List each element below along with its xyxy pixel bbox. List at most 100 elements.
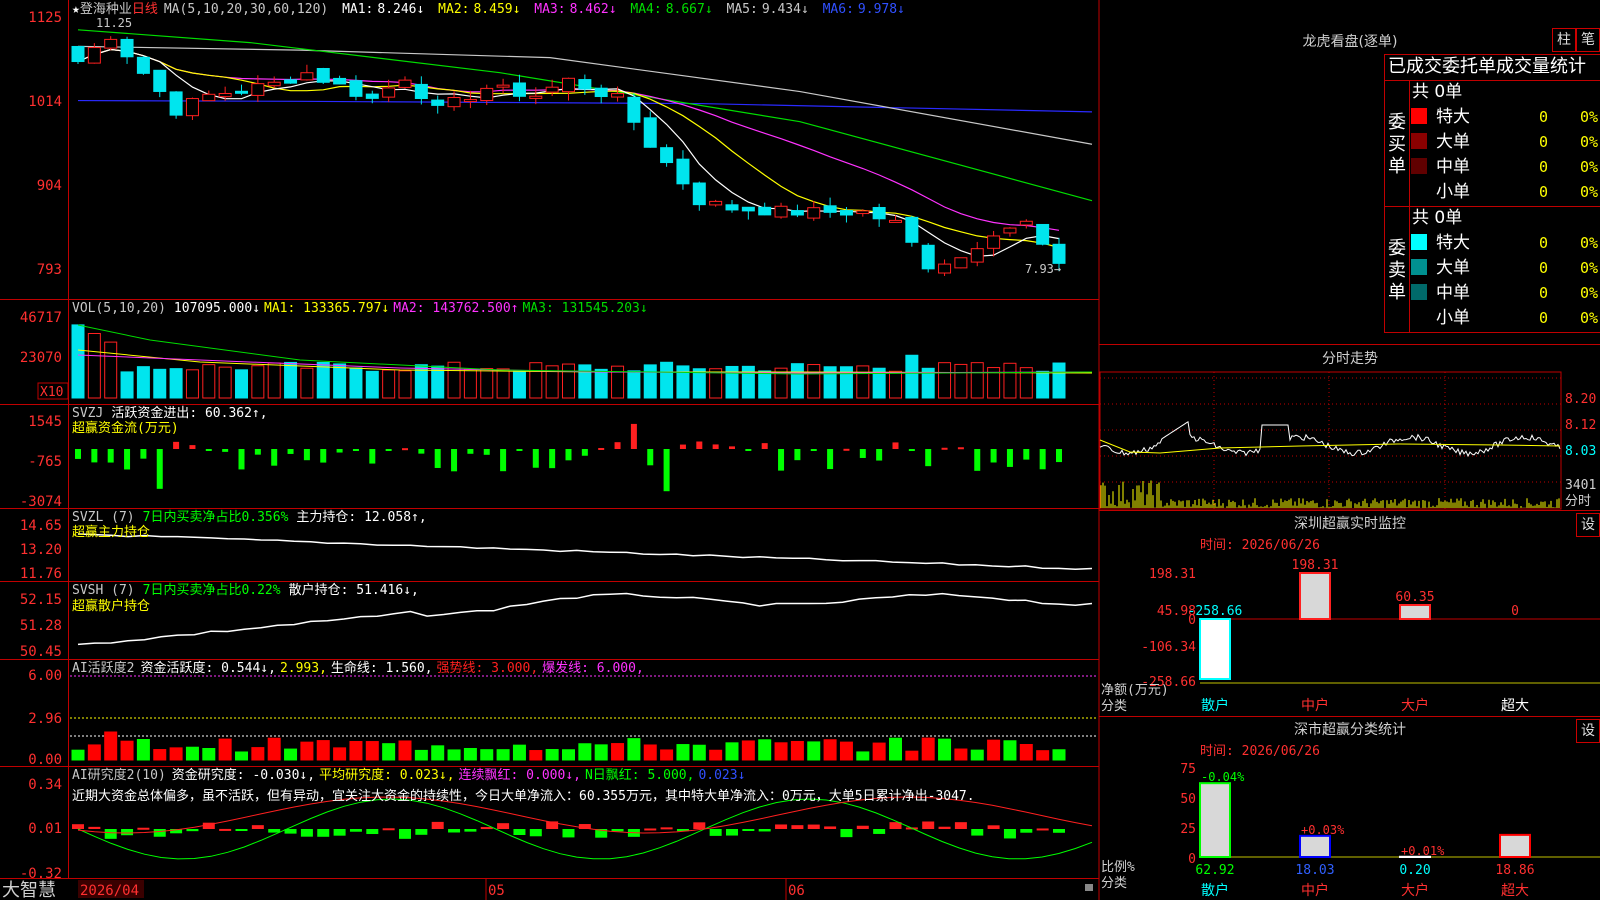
vol-ma2: MA2: 143762.500↑ (393, 301, 518, 316)
candle-body (316, 67, 330, 83)
fenshi-title: 分时走势 (1322, 351, 1378, 367)
svzj-bar (598, 447, 605, 450)
ai1-bar (594, 744, 608, 761)
ma6-label: MA6: (823, 2, 854, 17)
candle-body (512, 82, 526, 97)
volume-bar (741, 365, 755, 399)
ai2-bar (366, 829, 379, 835)
ai1-v5: 爆发线: 6.000, (542, 660, 644, 676)
volume-bar (790, 363, 804, 399)
svzj-bar (859, 449, 866, 458)
candle-body (1019, 220, 1033, 226)
order-count: 0 (1539, 183, 1548, 201)
ai2-bar (497, 823, 510, 829)
ai1-bar (938, 738, 952, 761)
monitor-category: 超大 (1501, 698, 1529, 714)
svzj-bar (222, 449, 229, 452)
candle-body (365, 93, 379, 99)
ai1-bar (235, 751, 248, 761)
order-type: 特大 (1436, 107, 1470, 127)
svsh-label1: 7日内买卖净占比0.22% (143, 582, 281, 598)
monitor-axis-label: -106.34 (1141, 640, 1196, 655)
order-count: 0 (1539, 309, 1548, 327)
bar-mode-button[interactable]: 柱 (1552, 28, 1576, 52)
candle-body (87, 47, 101, 64)
ai2-bar (268, 829, 281, 833)
fenshi-axis-label: 8.12 (1565, 418, 1596, 433)
ai1-v4: 强势线: 3.000, (437, 660, 539, 676)
candle-body (398, 79, 412, 88)
classify-time: 时间: 2026/06/26 (1200, 744, 1320, 759)
volume-bar (169, 368, 183, 399)
classify-settings-button[interactable]: 设 (1576, 719, 1600, 743)
candle-body (790, 210, 804, 216)
svzj-bar (876, 449, 883, 461)
volume-bar (202, 364, 216, 399)
ai2-bar (856, 825, 869, 829)
svzj-bar (532, 449, 539, 468)
ai2-bar (399, 829, 411, 839)
ai1-bar (349, 740, 363, 761)
candle-body (169, 91, 183, 116)
svzj-axis-label: -3074 (20, 494, 62, 510)
order-type: 大单 (1436, 132, 1470, 152)
ai1-bar (970, 749, 984, 761)
svzl-axis-label: 13.20 (20, 542, 62, 558)
vol-unit: X10 (40, 385, 63, 400)
ai2-bar (758, 829, 771, 832)
svzj-bar (140, 449, 147, 459)
vol-ma1: MA1: 133365.797↓ (264, 301, 389, 316)
order-swatch (1411, 183, 1427, 199)
svzj-bar (729, 446, 735, 449)
volume-bar (71, 324, 85, 399)
candle-body (1003, 227, 1017, 234)
ai1-bar (872, 742, 886, 761)
order-count: 0 (1539, 284, 1548, 302)
svzj-bar (1006, 449, 1013, 467)
ai1-bar (414, 749, 428, 761)
candle-body (267, 81, 281, 87)
ai1-bar (889, 737, 902, 761)
order-swatch (1411, 133, 1427, 149)
candle-body (463, 99, 477, 103)
ai2-bar (775, 824, 788, 829)
ai1-bar (169, 747, 183, 761)
ma6-value: 9.978↓ (858, 2, 905, 17)
ai2-bar (938, 826, 951, 829)
monitor-category: 中户 (1301, 697, 1329, 714)
ai1-bar (954, 748, 968, 761)
ai1-bar (120, 740, 134, 761)
order-percent: 0% (1580, 158, 1598, 176)
svzj-bar (483, 449, 490, 455)
candle-body (872, 207, 886, 220)
ma2-label: MA2: (438, 2, 469, 17)
ai2-bar (88, 826, 101, 829)
order-percent: 0% (1580, 234, 1598, 252)
fenshi-axis-label: 8.03 (1565, 444, 1596, 459)
svsh-axis-label: 51.28 (20, 618, 62, 634)
ai1-bar (1036, 750, 1050, 761)
order-count: 0 (1539, 133, 1548, 151)
ai2-bar (824, 826, 837, 829)
monitor-settings-button[interactable]: 设 (1576, 513, 1600, 537)
tick-mode-button[interactable]: 笔 (1576, 28, 1600, 52)
classify-change-label: +0.01% (1401, 844, 1445, 858)
svzj-bar (402, 448, 408, 451)
date-label: 2026/04 (80, 883, 139, 899)
ai2-axis-label: 0.01 (28, 821, 62, 837)
ai2-bar (431, 821, 444, 829)
svzl-axis-label: 14.65 (20, 518, 62, 534)
svzj-bar (1023, 449, 1030, 460)
candle-body (741, 206, 755, 212)
vol-params: VOL(5,10,20) (72, 301, 166, 316)
ai2-bar (349, 829, 362, 832)
ai1-bar (774, 742, 788, 761)
candle-body (921, 244, 935, 270)
lock-icon (1085, 884, 1093, 891)
svsh-axis: 52.15 51.28 50.45 (20, 592, 62, 660)
ai1-bar (905, 750, 919, 761)
svzj-bar (794, 449, 801, 461)
ai2-bar (791, 825, 804, 829)
candle-body (594, 87, 608, 98)
svzj-sub: 超赢资金流(万元) (72, 420, 179, 436)
